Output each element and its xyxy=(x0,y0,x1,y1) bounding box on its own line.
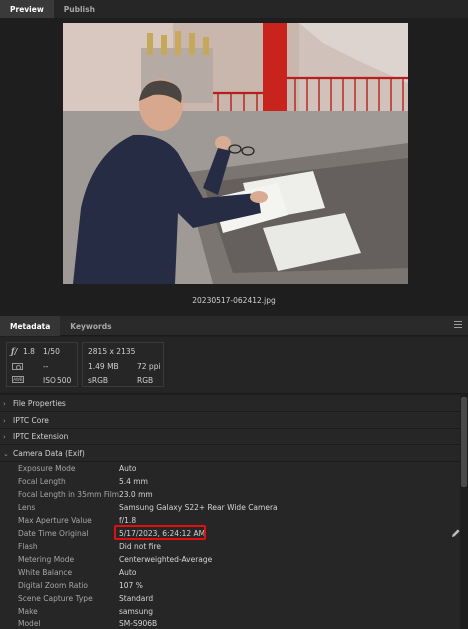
file-name: 20230517-062412.jpg xyxy=(192,296,276,305)
section-iptc-core[interactable]: › IPTC Core xyxy=(0,413,460,429)
color-mode: RGB xyxy=(137,376,154,385)
exif-row-scene-capture: Scene Capture Type Standard xyxy=(0,592,460,605)
iso-value: 500 xyxy=(57,376,72,385)
field-value[interactable]: Samsung Galaxy S22+ Rear Wide Camera xyxy=(119,503,278,512)
field-value[interactable]: 5.4 mm xyxy=(119,477,148,486)
chevron-down-icon: ⌄ xyxy=(3,449,9,458)
exif-row-white-balance: White Balance Auto xyxy=(0,566,460,579)
section-title: Camera Data (Exif) xyxy=(13,449,85,458)
exif-row-lens: Lens Samsung Galaxy S22+ Rear Wide Camer… xyxy=(0,501,460,514)
metering-icon xyxy=(12,363,23,370)
field-label: White Balance xyxy=(18,568,73,577)
exif-row-model: Model SM-S906B xyxy=(0,617,460,629)
section-title: IPTC Extension xyxy=(13,432,69,441)
exposure-card: ƒ/ 1.8 1/50 -- AWB ISO 500 xyxy=(6,342,78,387)
exif-row-flash: Flash Did not fire xyxy=(0,540,460,553)
field-label: Metering Mode xyxy=(18,555,75,564)
image-dimensions: 2815 x 2135 xyxy=(88,347,136,356)
file-size: 1.49 MB xyxy=(88,362,119,371)
field-label: Make xyxy=(18,607,38,616)
section-title: IPTC Core xyxy=(13,416,49,425)
field-value[interactable]: Did not fire xyxy=(119,542,161,551)
field-value[interactable]: f/1.8 xyxy=(119,516,136,525)
tab-metadata[interactable]: Metadata xyxy=(0,316,61,336)
exposure-compensation: -- xyxy=(43,362,49,371)
field-value[interactable]: Centerweighted-Average xyxy=(119,555,212,564)
metadata-tab-bar: Metadata Keywords xyxy=(0,316,468,336)
iso-label: ISO xyxy=(43,376,56,385)
scrollbar-thumb[interactable] xyxy=(461,397,467,487)
exif-row-metering-mode: Metering Mode Centerweighted-Average xyxy=(0,553,460,566)
panel-menu-icon[interactable] xyxy=(454,321,462,331)
field-label: Model xyxy=(18,619,41,628)
field-label: Digital Zoom Ratio xyxy=(18,581,88,590)
shutter-speed: 1/50 xyxy=(43,347,60,356)
exif-row-max-aperture: Max Aperture Value f/1.8 xyxy=(0,514,460,527)
exif-row-exposure-mode: Exposure Mode Auto xyxy=(0,462,460,475)
field-label: Scene Capture Type xyxy=(18,594,93,603)
field-value[interactable]: 23.0 mm xyxy=(119,490,153,499)
section-camera-data[interactable]: ⌄ Camera Data (Exif) xyxy=(0,446,460,462)
file-info-card: 2815 x 2135 1.49 MB 72 ppi sRGB RGB xyxy=(82,342,164,387)
aperture-icon: ƒ/ xyxy=(11,346,18,356)
resolution: 72 ppi xyxy=(137,362,161,371)
field-value[interactable]: 107 % xyxy=(119,581,143,590)
field-value[interactable]: Standard xyxy=(119,594,153,603)
section-title: File Properties xyxy=(13,399,66,408)
preview-area: 20230517-062412.jpg xyxy=(0,18,468,314)
field-value[interactable]: Auto xyxy=(119,464,136,473)
field-label: Date Time Original xyxy=(18,529,89,538)
field-value[interactable]: samsung xyxy=(119,607,153,616)
preview-image[interactable] xyxy=(63,23,408,284)
chevron-right-icon: › xyxy=(3,399,6,408)
section-iptc-extension[interactable]: › IPTC Extension xyxy=(0,429,460,445)
photo-illustration xyxy=(63,23,408,284)
field-label: Focal Length xyxy=(18,477,66,486)
color-space: sRGB xyxy=(88,376,109,385)
exif-row-date-time-original: Date Time Original 5/17/2023, 6:24:12 AM xyxy=(0,525,460,540)
field-label: Exposure Mode xyxy=(18,464,76,473)
top-tab-bar: Preview Publish xyxy=(0,0,468,18)
chevron-right-icon: › xyxy=(3,432,6,441)
chevron-right-icon: › xyxy=(3,416,6,425)
scrollbar[interactable] xyxy=(460,395,468,629)
exif-row-focal-length-35mm: Focal Length in 35mm Film 23.0 mm xyxy=(0,488,460,501)
tab-preview[interactable]: Preview xyxy=(0,0,54,18)
metadata-summary: ƒ/ 1.8 1/50 -- AWB ISO 500 2815 x 2135 1… xyxy=(0,337,468,394)
field-value[interactable]: Auto xyxy=(119,568,136,577)
white-balance-icon: AWB xyxy=(12,376,24,383)
field-label: Focal Length in 35mm Film xyxy=(18,490,120,499)
exif-row-digital-zoom: Digital Zoom Ratio 107 % xyxy=(0,579,460,592)
highlight-box xyxy=(114,525,206,540)
metadata-sections: › File Properties › IPTC Core › IPTC Ext… xyxy=(0,395,460,629)
aperture-value: 1.8 xyxy=(23,347,35,356)
tab-keywords[interactable]: Keywords xyxy=(60,316,121,336)
section-file-properties[interactable]: › File Properties xyxy=(0,396,460,412)
field-label: Lens xyxy=(18,503,36,512)
field-value[interactable]: SM-S906B xyxy=(119,619,157,628)
exif-row-focal-length: Focal Length 5.4 mm xyxy=(0,475,460,488)
tab-publish[interactable]: Publish xyxy=(54,0,105,18)
field-label: Flash xyxy=(18,542,38,551)
field-label: Max Aperture Value xyxy=(18,516,92,525)
